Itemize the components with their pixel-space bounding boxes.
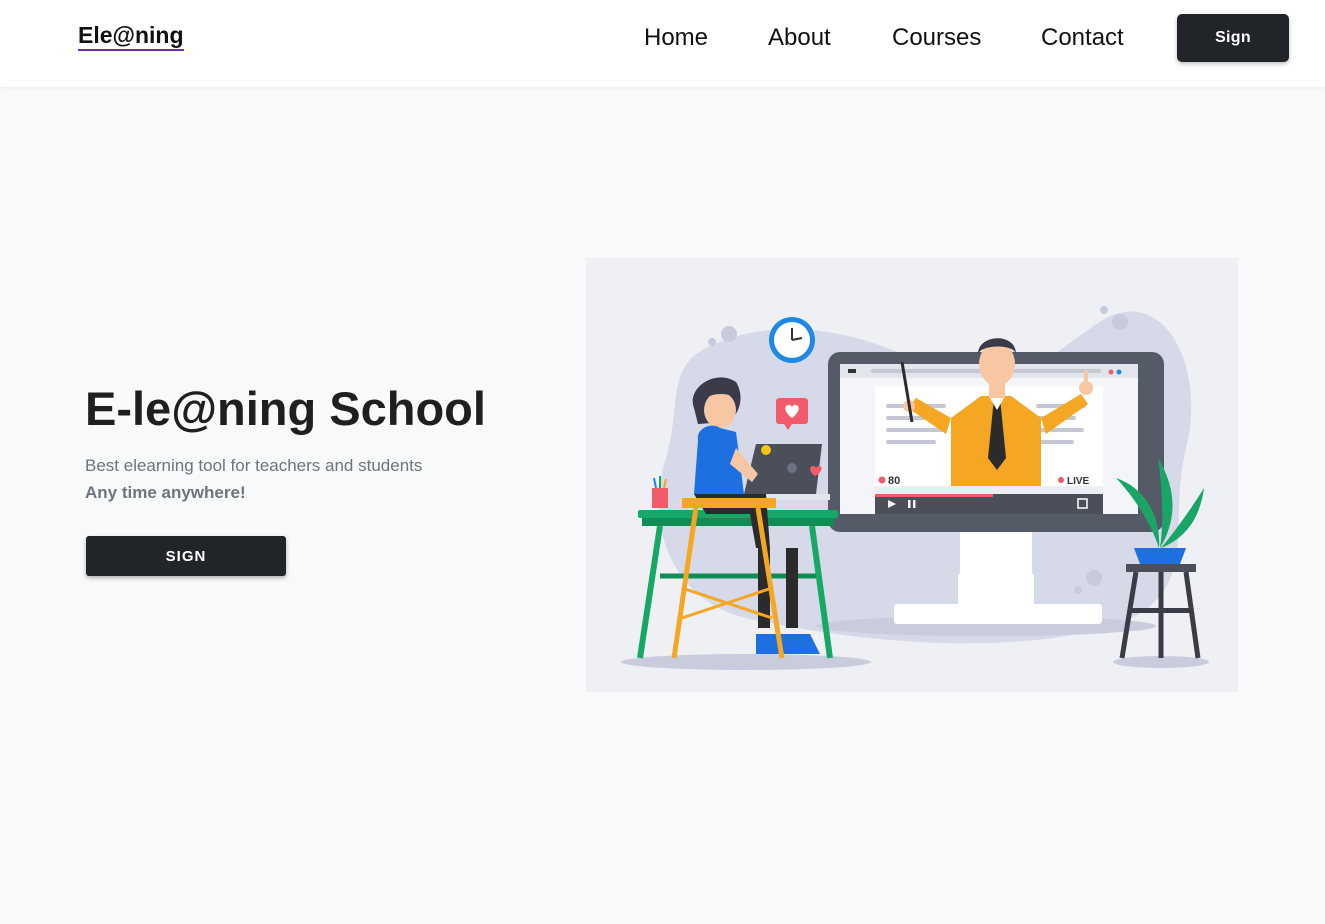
hero-sign-button[interactable]: SIGN: [86, 536, 286, 576]
nav-link-home[interactable]: Home: [644, 22, 708, 54]
nav-link-about[interactable]: About: [768, 22, 831, 54]
viewer-count: 80: [888, 475, 900, 487]
nav-links: Home About Courses Contact: [0, 22, 1325, 56]
live-label: LIVE: [1067, 476, 1090, 487]
nav-link-contact[interactable]: Contact: [1041, 22, 1124, 54]
navbar: Ele@ning Home About Courses Contact Sign: [0, 0, 1325, 87]
hero-tagline: Any time anywhere!: [85, 483, 246, 502]
hero-subtitle: Best elearning tool for teachers and stu…: [85, 456, 423, 475]
sign-button[interactable]: Sign: [1177, 14, 1289, 62]
online-class-illustration: 80 LIVE: [621, 306, 1209, 670]
nav-link-courses[interactable]: Courses: [892, 22, 981, 54]
clock-icon: [769, 317, 815, 363]
hero-illustration: 80 LIVE: [586, 258, 1238, 692]
hero-title: E-le@ning School: [85, 382, 486, 435]
